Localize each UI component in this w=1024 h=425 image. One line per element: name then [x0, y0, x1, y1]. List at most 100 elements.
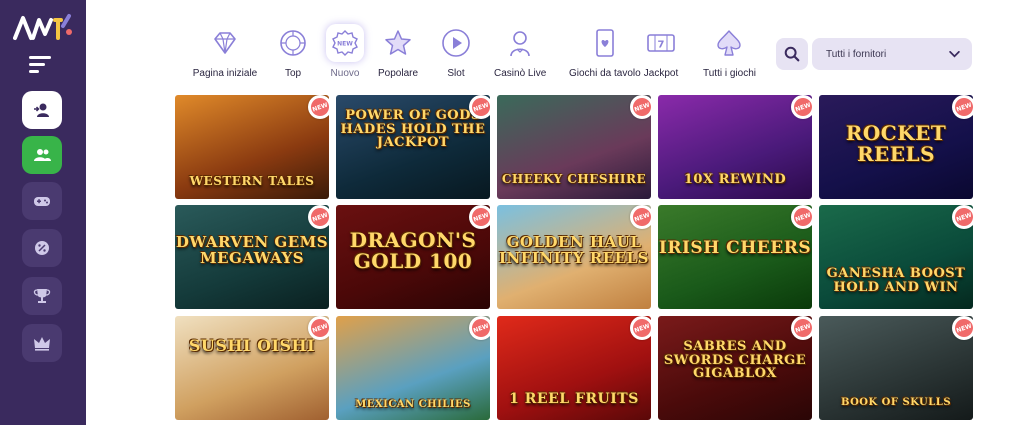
games-button[interactable] [22, 182, 62, 220]
new-badge-label: NEW [308, 205, 329, 229]
register-button[interactable] [22, 136, 62, 174]
nav-item-slot[interactable]: Slot [437, 24, 475, 79]
trophy-icon [33, 289, 51, 303]
game-tile[interactable]: CHEEKY CHESHIRE NEW [497, 95, 651, 199]
new-badge-label: NEW [469, 205, 490, 229]
game-title: SUSHI OISHI [188, 336, 316, 355]
new-badge: NEW [308, 205, 329, 229]
new-badge-label: NEW [952, 95, 973, 119]
sidebar [0, 0, 86, 425]
new-badge: NEW [469, 205, 490, 229]
provider-select-value: Tutti i fornitori [826, 48, 887, 60]
jackpot-777-icon: 7 [647, 34, 675, 52]
search-icon [784, 46, 800, 62]
chevron-down-icon [949, 50, 960, 57]
nav-item-all-games[interactable]: Tutti i giochi [703, 24, 756, 79]
svg-text:NEW: NEW [337, 41, 353, 48]
new-badge: NEW [791, 316, 812, 340]
game-title: WESTERN TALES [189, 174, 315, 188]
search-button[interactable] [776, 38, 808, 70]
game-tile[interactable]: GOLDEN HAUL INFINITY REELS NEW [497, 205, 651, 309]
bonus-wheel-icon [35, 241, 49, 255]
game-tile[interactable]: POWER OF GODS HADES HOLD THE JACKPOT NEW [336, 95, 490, 199]
nav-label: Nuovo [330, 68, 360, 79]
new-badge-label: NEW [630, 205, 651, 229]
game-tile[interactable]: BOOK OF SKULLS NEW [819, 316, 973, 420]
login-button[interactable] [22, 91, 62, 129]
diamond-icon [214, 32, 236, 54]
game-title: ROCKET REELS [845, 121, 947, 166]
new-badge-label: NEW [791, 316, 812, 340]
game-tile[interactable]: 10X REWIND NEW [658, 95, 812, 199]
hamburger-menu-icon[interactable] [29, 56, 55, 74]
bonus-button[interactable] [22, 229, 62, 267]
spade-icon [717, 30, 742, 56]
new-badge-label: NEW [952, 205, 973, 229]
register-users-icon [34, 149, 51, 161]
gamepad-icon [34, 197, 50, 206]
nav-item-jackpot[interactable]: 7 Jackpot [642, 24, 680, 79]
nav-item-popular[interactable]: Popolare [378, 24, 418, 79]
new-badge-label: NEW [952, 316, 973, 340]
new-badge-label: NEW [791, 205, 812, 229]
new-badge: NEW [952, 205, 973, 229]
tournaments-button[interactable] [22, 277, 62, 315]
game-tile[interactable]: GANESHA BOOST HOLD AND WIN NEW [819, 205, 973, 309]
new-badge: NEW [791, 95, 812, 119]
game-tile[interactable]: MEXICAN CHILIES NEW [336, 316, 490, 420]
nav-label: Slot [447, 68, 465, 79]
game-title: SABRES AND SWORDS CHARGE GIGABLOX [663, 339, 807, 382]
new-badge: NEW [630, 316, 651, 340]
game-title: POWER OF GODS HADES HOLD THE JACKPOT [340, 108, 486, 151]
game-tile[interactable]: 1 REEL FRUITS NEW [497, 316, 651, 420]
nav-label: Top [284, 68, 302, 79]
new-badge-label: NEW [308, 95, 329, 119]
new-badge: NEW [791, 205, 812, 229]
game-title: CHEEKY CHESHIRE [501, 172, 647, 186]
game-tile[interactable]: DRAGON'S GOLD 100 NEW [336, 205, 490, 309]
new-badge: NEW [630, 95, 651, 119]
game-title: BOOK OF SKULLS [840, 397, 952, 408]
game-tile[interactable]: IRISH CHEERS NEW [658, 205, 812, 309]
nav-label: Popolare [378, 68, 419, 79]
play-icon [442, 29, 470, 57]
top-badge-icon [280, 30, 306, 56]
nav-item-live-casino[interactable]: Casinò Live [494, 24, 546, 79]
game-title: GANESHA BOOST HOLD AND WIN [826, 266, 966, 295]
new-badge-label: NEW [630, 316, 651, 340]
nav-label: Giochi da tavolo [569, 68, 641, 79]
game-title: MEXICAN CHILIES [355, 399, 471, 410]
nav-item-top[interactable]: Top [274, 24, 312, 79]
game-title: DWARVEN GEMS MEGAWAYS [175, 233, 329, 267]
game-tile[interactable]: SUSHI OISHI NEW [175, 316, 329, 420]
new-badge: NEW [630, 205, 651, 229]
nav-item-home[interactable]: Pagina iniziale [193, 24, 257, 79]
game-title: DRAGON'S GOLD 100 [349, 228, 477, 273]
login-user-icon [34, 103, 49, 117]
dealer-icon [510, 31, 530, 57]
new-badge-icon: NEW [332, 30, 358, 56]
new-badge-label: NEW [630, 95, 651, 119]
game-tile[interactable]: SABRES AND SWORDS CHARGE GIGABLOX NEW [658, 316, 812, 420]
playing-card-icon [596, 29, 614, 57]
new-badge: NEW [952, 316, 973, 340]
nav-label: Tutti i giochi [703, 68, 756, 79]
crown-icon [34, 337, 50, 351]
nav-label: Pagina iniziale [192, 68, 258, 79]
nav-item-table-games[interactable]: Giochi da tavolo [569, 24, 641, 79]
nav-label: Jackpot [643, 68, 679, 79]
game-title: 10X REWIND [683, 172, 787, 187]
casino-logo[interactable] [13, 12, 73, 42]
game-tile[interactable]: WESTERN TALES NEW [175, 95, 329, 199]
game-tile[interactable]: DWARVEN GEMS MEGAWAYS NEW [175, 205, 329, 309]
game-title: 1 REEL FRUITS [509, 391, 639, 407]
game-title: GOLDEN HAUL INFINITY REELS [499, 233, 649, 267]
new-badge: NEW [469, 316, 490, 340]
star-icon [385, 30, 411, 55]
game-tile[interactable]: ROCKET REELS NEW [819, 95, 973, 199]
provider-select[interactable]: Tutti i fornitori [812, 38, 972, 70]
new-badge-label: NEW [469, 95, 490, 119]
nav-item-new[interactable]: NEW Nuovo [326, 24, 364, 79]
vip-button[interactable] [22, 324, 62, 362]
new-badge-label: NEW [469, 316, 490, 340]
